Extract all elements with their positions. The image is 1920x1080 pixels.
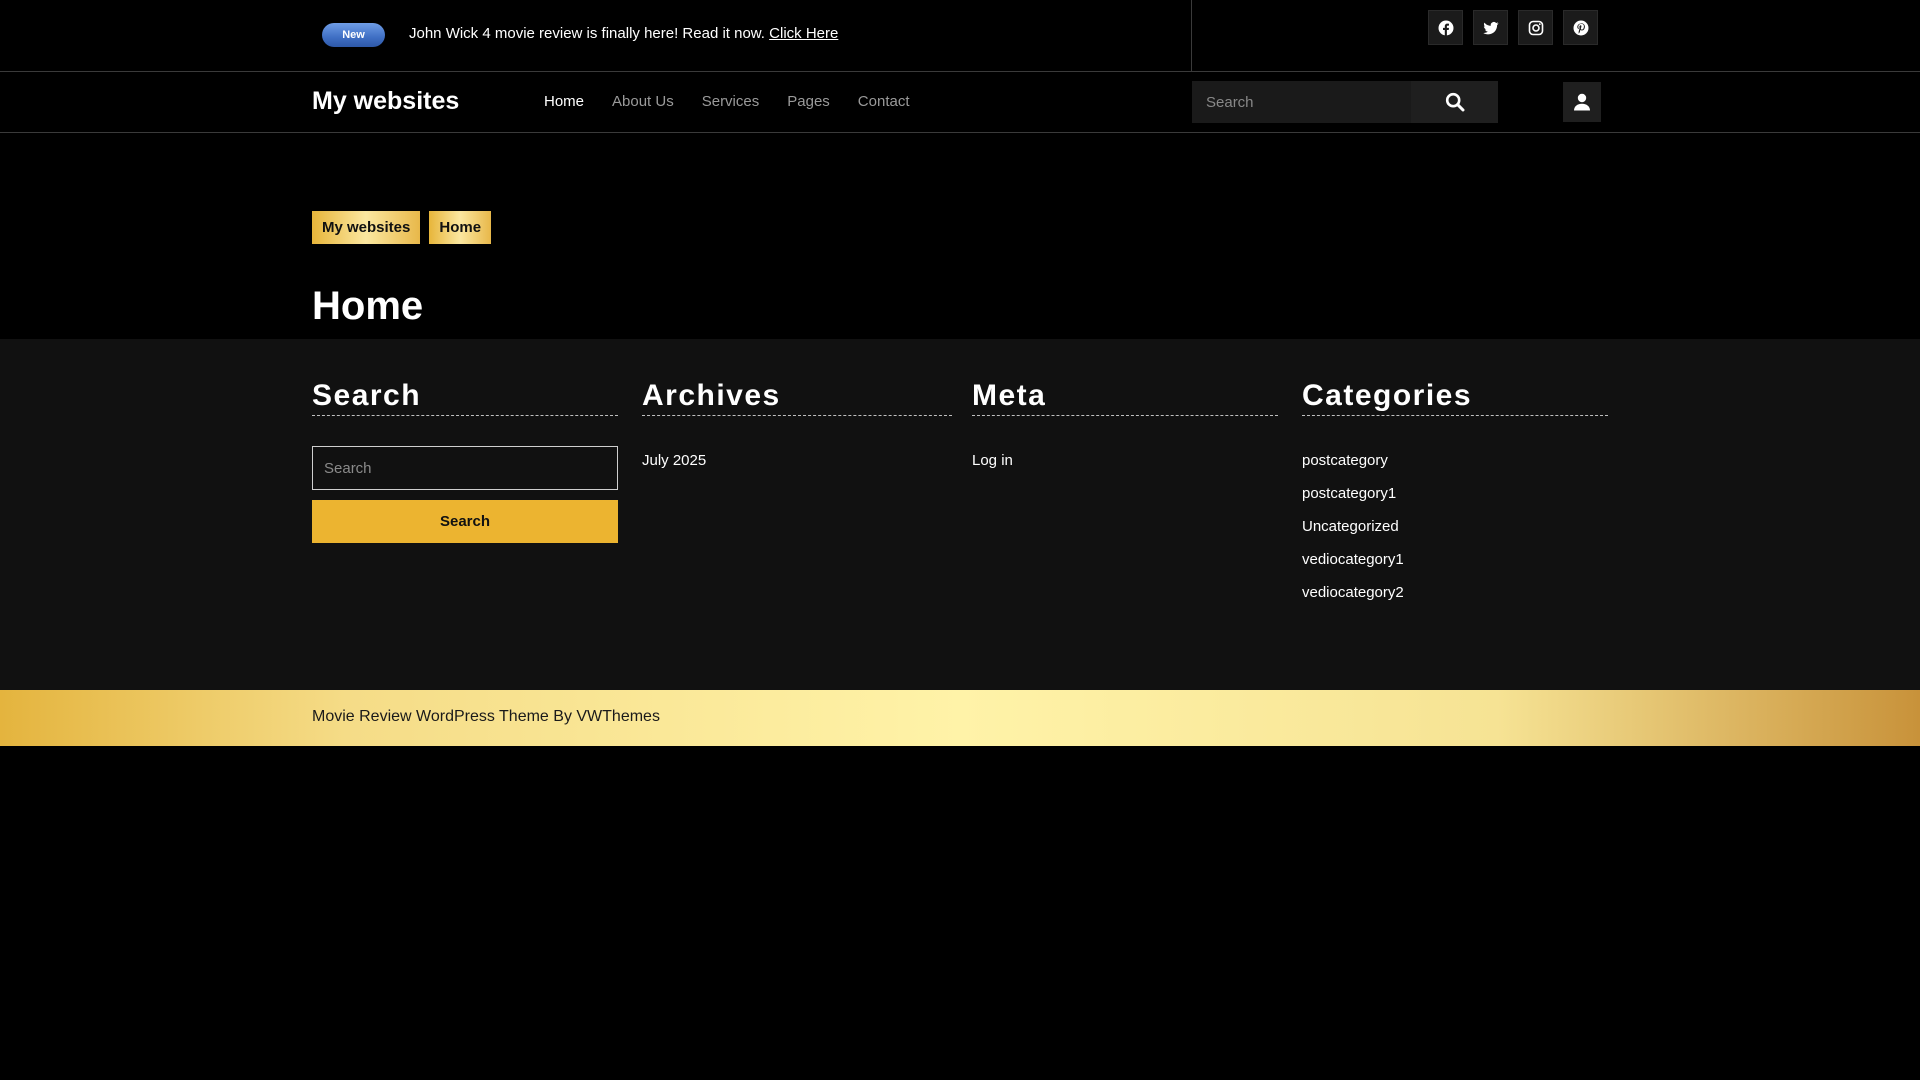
breadcrumb: My websites Home (312, 211, 492, 244)
announcement-text: John Wick 4 movie review is finally here… (409, 25, 838, 42)
new-badge: New (322, 23, 385, 47)
nav-pages[interactable]: Pages (787, 93, 830, 110)
social-links (1428, 10, 1598, 45)
category-link[interactable]: Uncategorized (1302, 518, 1399, 535)
pinterest-icon (1573, 20, 1588, 35)
nav-home[interactable]: Home (544, 93, 584, 110)
archives-widget: Archives July 2025 (642, 379, 952, 485)
announcement-bar: New John Wick 4 movie review is finally … (0, 0, 1920, 72)
search-widget-title: Search (312, 379, 618, 416)
widget-search-input[interactable] (312, 446, 618, 490)
login-link[interactable]: Log in (972, 452, 1013, 469)
site-header: My websites Home About Us Services Pages… (0, 72, 1920, 133)
category-link[interactable]: vediocategory2 (1302, 584, 1404, 601)
nav-about-us[interactable]: About Us (612, 93, 674, 110)
search-widget: Search Search (312, 379, 618, 543)
topbar-divider (1191, 0, 1192, 72)
meta-widget: Meta Log in (972, 379, 1278, 485)
twitter-link[interactable] (1473, 10, 1508, 45)
category-link[interactable]: postcategory1 (1302, 485, 1396, 502)
site-footer: Movie Review WordPress Theme By VWThemes (0, 690, 1920, 746)
user-icon (1574, 93, 1590, 111)
archive-link[interactable]: July 2025 (642, 452, 706, 469)
header-search (1192, 81, 1498, 123)
nav-services[interactable]: Services (702, 93, 760, 110)
instagram-icon (1528, 20, 1543, 35)
header-search-input[interactable] (1192, 81, 1411, 123)
meta-widget-title: Meta (972, 379, 1278, 416)
archives-widget-title: Archives (642, 379, 952, 416)
facebook-link[interactable] (1428, 10, 1463, 45)
widget-area: Search Search Archives July 2025 Meta Lo… (0, 339, 1920, 690)
main-nav: Home About Us Services Pages Contact (544, 93, 938, 110)
site-title[interactable]: My websites (312, 87, 459, 116)
page-title: Home (312, 284, 424, 328)
widget-search-button[interactable]: Search (312, 500, 618, 543)
categories-widget: Categories postcategory postcategory1 Un… (1302, 379, 1608, 617)
category-link[interactable]: vediocategory1 (1302, 551, 1404, 568)
pinterest-link[interactable] (1563, 10, 1598, 45)
header-search-button[interactable] (1411, 81, 1498, 123)
breadcrumb-current: Home (429, 211, 492, 244)
category-link[interactable]: postcategory (1302, 452, 1388, 469)
announcement-message: John Wick 4 movie review is finally here… (409, 25, 765, 42)
breadcrumb-site[interactable]: My websites (312, 211, 421, 244)
nav-contact[interactable]: Contact (858, 93, 910, 110)
facebook-icon (1438, 20, 1453, 35)
instagram-link[interactable] (1518, 10, 1553, 45)
categories-widget-title: Categories (1302, 379, 1608, 416)
account-button[interactable] (1563, 82, 1601, 122)
announcement-link[interactable]: Click Here (769, 25, 838, 42)
search-icon (1445, 92, 1464, 112)
footer-credit: Movie Review WordPress Theme By VWThemes (312, 708, 660, 725)
twitter-icon (1482, 21, 1498, 34)
